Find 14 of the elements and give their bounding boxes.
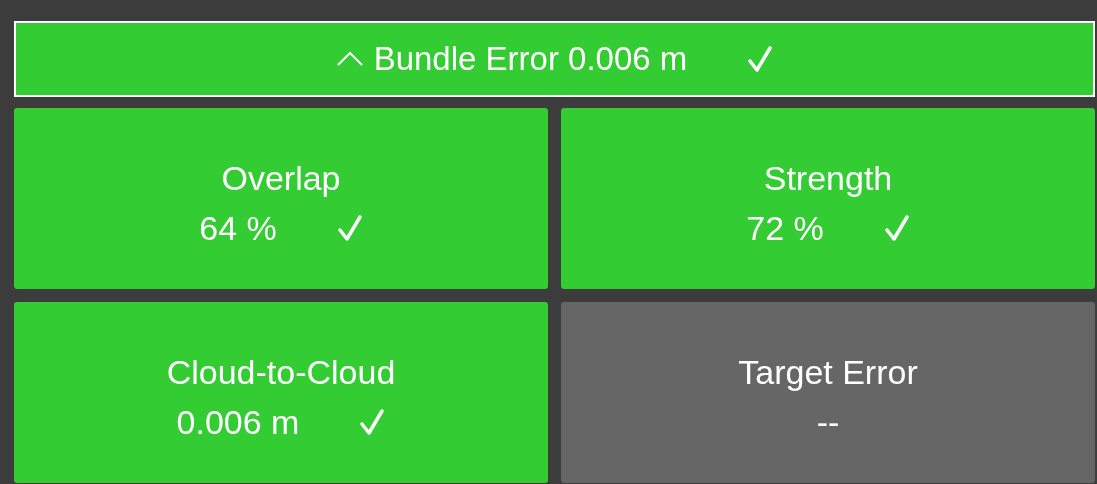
- metric-title: Overlap: [221, 157, 341, 198]
- check-icon: [359, 407, 386, 436]
- chevron-up-icon: [335, 51, 364, 67]
- check-icon: [336, 213, 363, 242]
- check-icon: [883, 213, 910, 242]
- metric-title: Strength: [763, 157, 893, 198]
- check-icon: [747, 45, 774, 73]
- bundle-error-bar[interactable]: Bundle Error 0.006 m: [14, 21, 1095, 97]
- metric-title: Target Error: [738, 351, 918, 392]
- metric-value: 72 %: [746, 207, 824, 248]
- metric-value: --: [816, 401, 840, 442]
- metric-value: 0.006 m: [176, 401, 300, 442]
- metric-value: 64 %: [199, 207, 277, 248]
- metric-title: Cloud-to-Cloud: [166, 351, 396, 392]
